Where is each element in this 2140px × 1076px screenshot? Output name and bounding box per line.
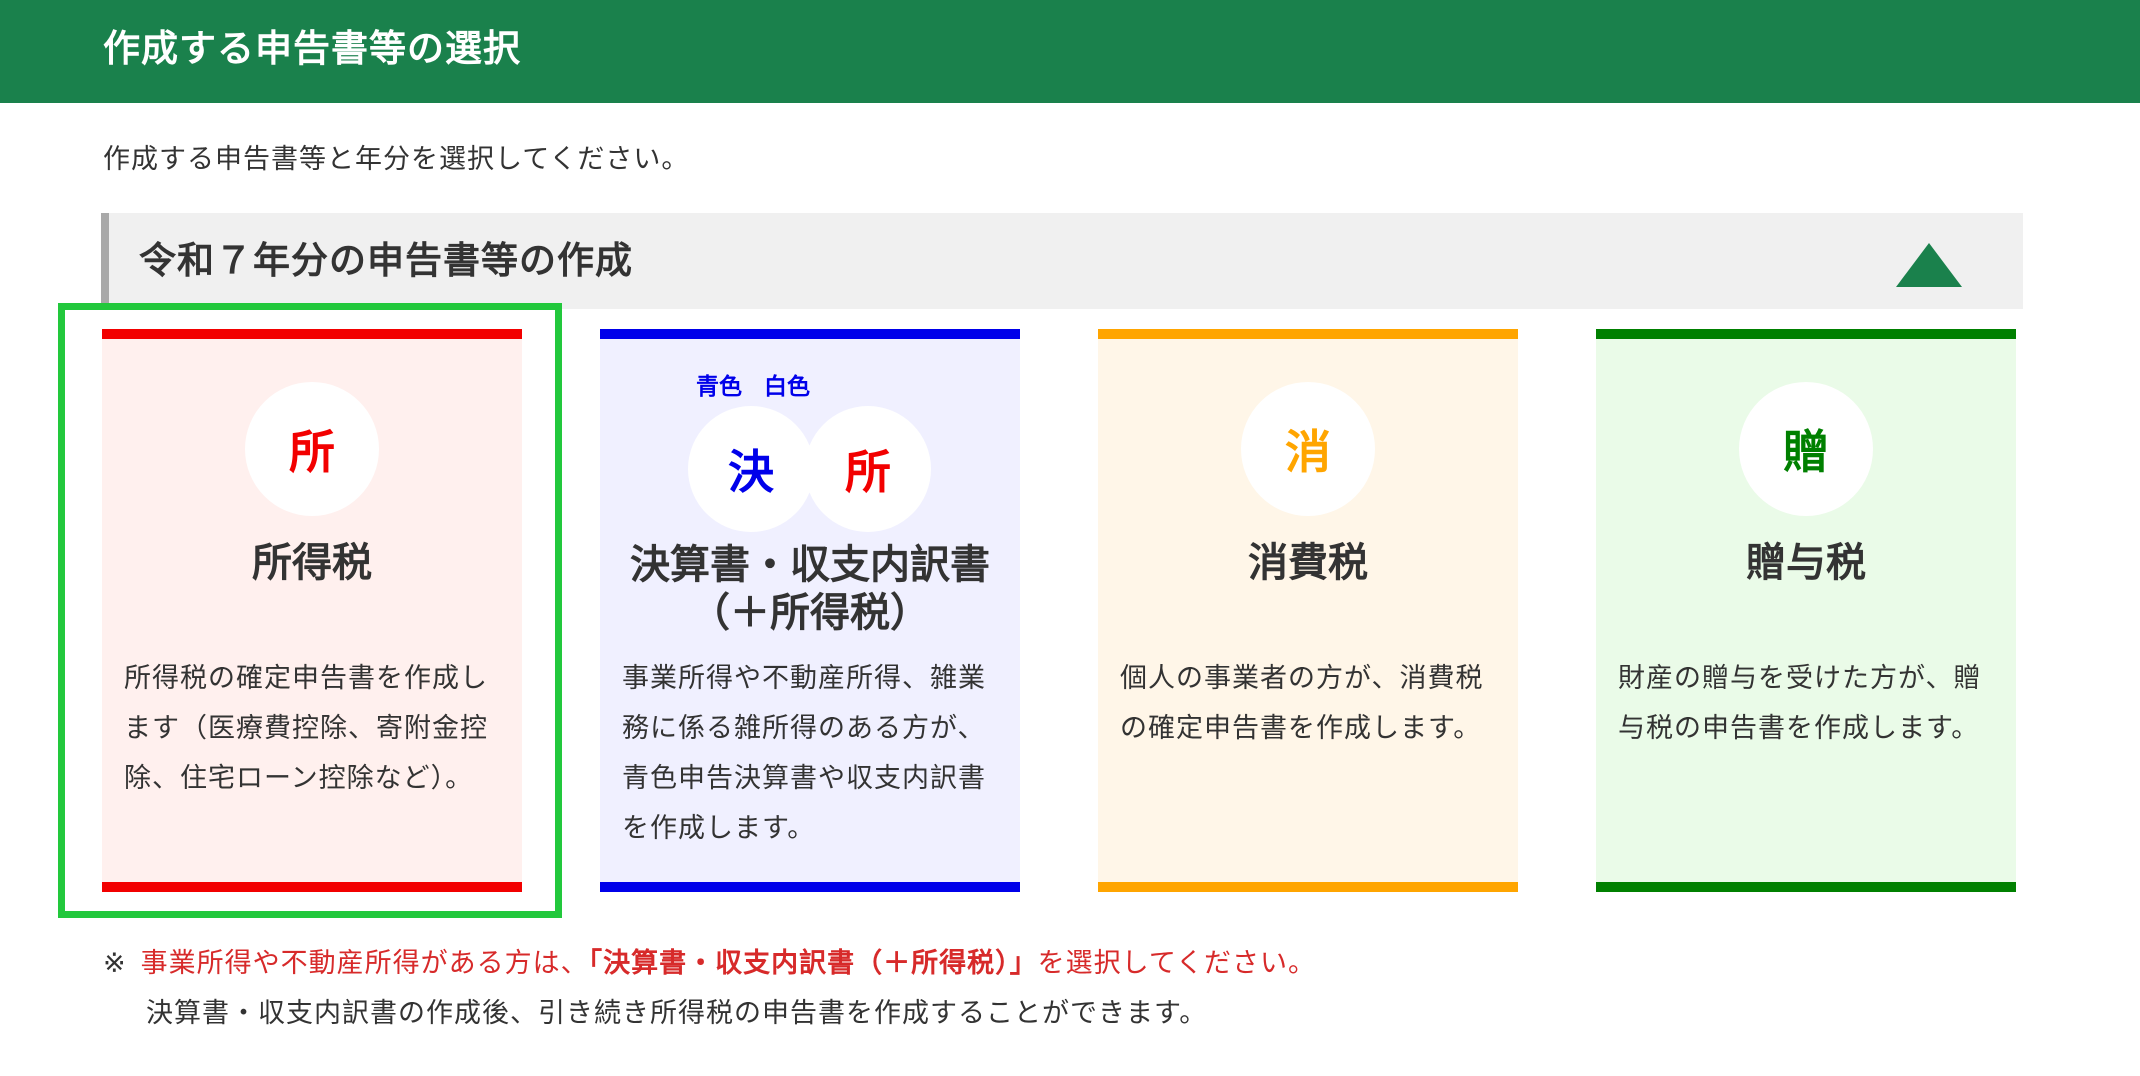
card-bottom-bar	[102, 882, 522, 892]
card-description: 財産の贈与を受けた方が、贈 与税の申告書を作成します。	[1618, 663, 1982, 744]
note-red-text-end: を選択してください。	[1037, 948, 1317, 979]
page-header: 作成する申告書等の選択	[0, 0, 2140, 103]
note-emphasis-text: 「決算書・収支内訳書（＋所得税）」	[588, 948, 1038, 979]
card-description: 事業所得や不動産所得、雑業 務に係る雑所得のある方が、 青色申告決算書や収支内訳…	[622, 663, 986, 844]
card-bottom-bar	[1098, 882, 1518, 892]
card-top-bar	[600, 329, 1020, 339]
note-text: ※ 事業所得や不動産所得がある方は、「決算書・収支内訳書（＋所得税）」を選択してく…	[103, 944, 1316, 984]
note-second-line: 決算書・収支内訳書の作成後、引き続き所得税の申告書を作成することができます。	[146, 998, 1208, 1029]
note-mark: ※	[103, 948, 127, 979]
card-top-bar	[1596, 329, 2016, 339]
section-header-reiwa7: 令和７年分の申告書等の作成	[101, 213, 2023, 309]
section-collapse-button[interactable]	[1894, 241, 1964, 289]
card-bottom-bar	[600, 882, 1020, 892]
triangle-up-icon	[1896, 243, 1962, 287]
income-tax-icon: 所	[805, 406, 931, 532]
gift-tax-icon: 贈	[1739, 382, 1873, 516]
card-description: 個人の事業者の方が、消費税 の確定申告書を作成します。	[1120, 663, 1484, 744]
card-top-bar	[102, 329, 522, 339]
page-title: 作成する申告書等の選択	[103, 27, 521, 70]
section-title: 令和７年分の申告書等の作成	[139, 239, 633, 282]
financial-statement-icon: 決	[688, 406, 814, 532]
card-title: 消費税	[1248, 540, 1368, 586]
card-top-bar	[1098, 329, 1518, 339]
card-income-tax[interactable]: 所 所得税 所得税の確定申告書を作成し ます（医療費控除、寄附金控 除、住宅ロー…	[102, 329, 522, 892]
card-consumption-tax[interactable]: 消 消費税 個人の事業者の方が、消費税 の確定申告書を作成します。	[1098, 329, 1518, 892]
card-title: 決算書・収支内訳書 （＋所得税）	[630, 542, 990, 636]
instruction-text: 作成する申告書等と年分を選択してください。	[103, 144, 690, 175]
card-bottom-bar	[1596, 882, 2016, 892]
card-title: 贈与税	[1746, 540, 1866, 586]
card-title: 所得税	[252, 540, 372, 586]
label-white-return: 白色	[764, 374, 810, 400]
consumption-tax-icon: 消	[1241, 382, 1375, 516]
card-financial-statement[interactable]: 青色 白色 決 所 決算書・収支内訳書 （＋所得税） 事業所得や不動産所得、雑業…	[600, 329, 1020, 892]
card-gift-tax[interactable]: 贈 贈与税 財産の贈与を受けた方が、贈 与税の申告書を作成します。	[1596, 329, 2016, 892]
card-description: 所得税の確定申告書を作成し ます（医療費控除、寄附金控 除、住宅ローン控除など）…	[124, 663, 488, 794]
label-blue-return: 青色	[696, 374, 742, 400]
income-tax-icon: 所	[245, 382, 379, 516]
note-red-text: 事業所得や不動産所得がある方は、	[140, 948, 589, 979]
